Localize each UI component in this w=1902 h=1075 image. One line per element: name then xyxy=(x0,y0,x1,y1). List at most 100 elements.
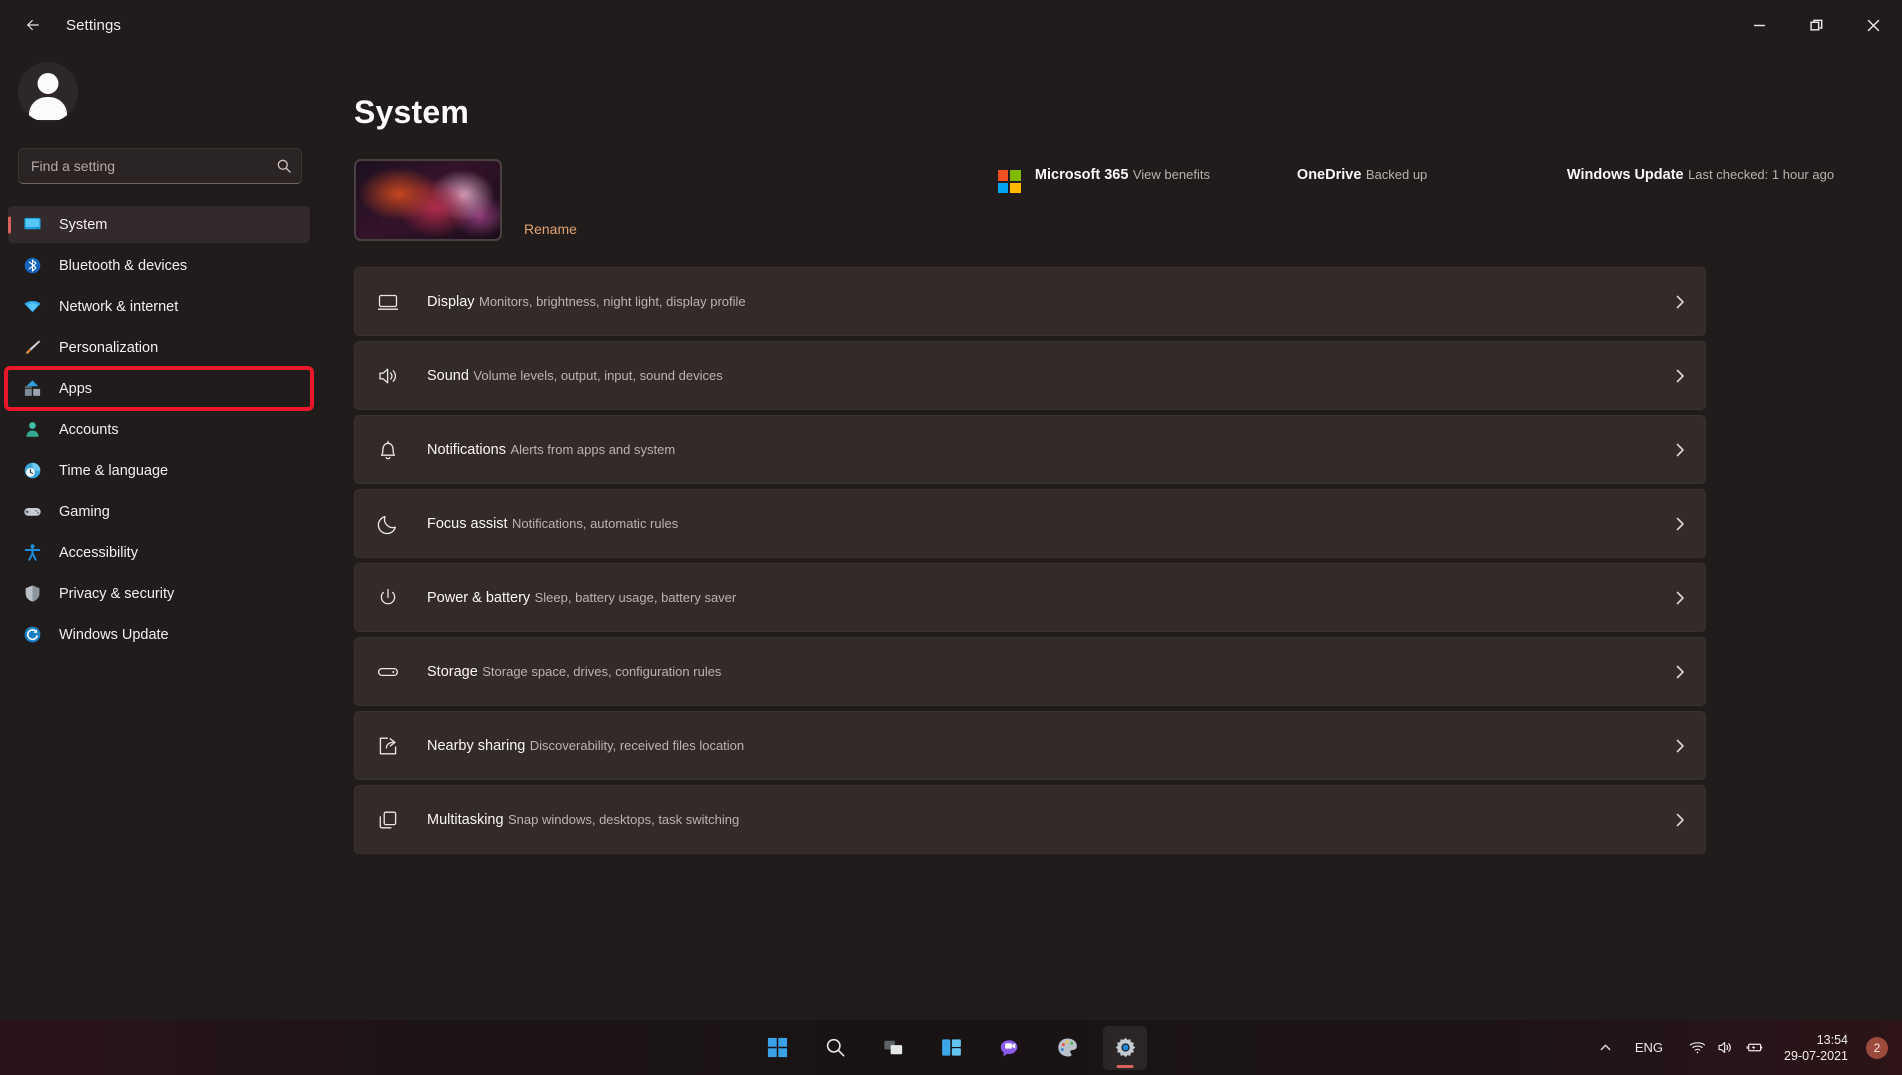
title-bar: Settings xyxy=(0,0,1902,50)
setting-card-power-battery[interactable]: Power & battery Sleep, battery usage, ba… xyxy=(354,563,1706,632)
status-cards: Microsoft 365 View benefits OneDrive Bac… xyxy=(997,165,1867,194)
avatar-body xyxy=(29,97,67,120)
sidebar-item-network-internet[interactable]: Network & internet xyxy=(8,288,310,325)
apps-icon xyxy=(22,379,42,399)
setting-card-subtitle: Snap windows, desktops, task switching xyxy=(508,812,739,827)
tray-quick-settings[interactable] xyxy=(1677,1028,1776,1068)
sidebar-item-personalization[interactable]: Personalization xyxy=(8,329,310,366)
setting-card-subtitle: Monitors, brightness, night light, displ… xyxy=(479,294,746,309)
sidebar-item-accessibility[interactable]: Accessibility xyxy=(8,534,310,571)
search-container xyxy=(18,148,302,184)
sidebar-item-windows-update[interactable]: Windows Update xyxy=(8,616,310,653)
status-card-onedrive[interactable]: OneDrive Backed up xyxy=(1297,165,1567,194)
bluetooth-icon xyxy=(22,256,42,276)
sidebar-item-privacy-security[interactable]: Privacy & security xyxy=(8,575,310,612)
close-icon xyxy=(1867,19,1880,32)
chevron-right-icon xyxy=(1672,590,1688,606)
device-thumbnail xyxy=(354,159,502,241)
sidebar-item-system[interactable]: System xyxy=(8,206,310,243)
sidebar-item-label: Accessibility xyxy=(59,545,138,561)
moon-icon xyxy=(375,511,401,537)
search-button[interactable] xyxy=(813,1026,857,1070)
setting-card-subtitle: Discoverability, received files location xyxy=(530,738,744,753)
avatar xyxy=(18,62,78,122)
widgets-button[interactable] xyxy=(929,1026,973,1070)
setting-card-display[interactable]: Display Monitors, brightness, night ligh… xyxy=(354,267,1706,336)
sidebar-item-label: Gaming xyxy=(59,504,110,520)
status-card-microsoft-365[interactable]: Microsoft 365 View benefits xyxy=(997,165,1297,194)
window-controls xyxy=(1731,0,1902,50)
person-icon xyxy=(22,420,42,440)
setting-card-notifications[interactable]: Notifications Alerts from apps and syste… xyxy=(354,415,1706,484)
taskbar-center xyxy=(755,1026,1147,1070)
minimize-button[interactable] xyxy=(1731,0,1788,50)
task-view-icon xyxy=(882,1036,905,1059)
task-view-button[interactable] xyxy=(871,1026,915,1070)
notification-badge[interactable]: 2 xyxy=(1866,1037,1888,1059)
tray-overflow-button[interactable] xyxy=(1591,1028,1621,1068)
drive-icon xyxy=(375,659,401,685)
back-button[interactable] xyxy=(12,6,54,44)
settings-button[interactable] xyxy=(1103,1026,1147,1070)
sidebar-item-label: Apps xyxy=(59,381,92,397)
sidebar-item-label: Network & internet xyxy=(59,299,178,315)
clock[interactable]: 13:54 29-07-2021 xyxy=(1776,1026,1860,1070)
clock-date: 29-07-2021 xyxy=(1784,1048,1848,1064)
setting-card-title: Multitasking xyxy=(427,812,504,828)
microsoft-logo-icon xyxy=(997,169,1022,194)
bell-icon xyxy=(375,437,401,463)
sidebar-item-label: System xyxy=(59,217,107,233)
setting-card-focus-assist[interactable]: Focus assist Notifications, automatic ru… xyxy=(354,489,1706,558)
sidebar-item-gaming[interactable]: Gaming xyxy=(8,493,310,530)
status-card-subtitle: Backed up xyxy=(1366,167,1427,182)
search-input[interactable] xyxy=(18,148,302,184)
setting-card-nearby-sharing[interactable]: Nearby sharing Discoverability, received… xyxy=(354,711,1706,780)
search-icon xyxy=(824,1036,847,1059)
update-refresh-icon xyxy=(22,625,42,645)
close-button[interactable] xyxy=(1845,0,1902,50)
chevron-up-icon xyxy=(1599,1041,1612,1054)
setting-card-storage[interactable]: Storage Storage space, drives, configura… xyxy=(354,637,1706,706)
sidebar-item-time-language[interactable]: Time & language xyxy=(8,452,310,489)
rename-link[interactable]: Rename xyxy=(524,221,577,237)
sidebar-nav: System Bluetooth & devices Network & int… xyxy=(0,206,320,653)
setting-card-sound[interactable]: Sound Volume levels, output, input, soun… xyxy=(354,341,1706,410)
sidebar-item-bluetooth-devices[interactable]: Bluetooth & devices xyxy=(8,247,310,284)
sidebar-item-accounts[interactable]: Accounts xyxy=(8,411,310,448)
clock-globe-icon xyxy=(22,461,42,481)
power-icon xyxy=(375,585,401,611)
status-card-title: Microsoft 365 xyxy=(1035,167,1128,183)
page-title: System xyxy=(334,50,1902,131)
setting-card-title: Power & battery xyxy=(427,590,530,606)
chevron-right-icon xyxy=(1672,516,1688,532)
sidebar-item-label: Bluetooth & devices xyxy=(59,258,187,274)
setting-card-multitasking[interactable]: Multitasking Snap windows, desktops, tas… xyxy=(354,785,1706,854)
setting-card-title: Sound xyxy=(427,368,469,384)
sidebar-item-label: Windows Update xyxy=(59,627,169,643)
status-card-subtitle: Last checked: 1 hour ago xyxy=(1688,167,1834,182)
chevron-right-icon xyxy=(1672,738,1688,754)
chevron-right-icon xyxy=(1672,294,1688,310)
user-profile[interactable] xyxy=(0,54,320,122)
sidebar-item-label: Privacy & security xyxy=(59,586,174,602)
paint-button[interactable] xyxy=(1045,1026,1089,1070)
gear-icon xyxy=(1114,1036,1137,1059)
maximize-button[interactable] xyxy=(1788,0,1845,50)
settings-list: Display Monitors, brightness, night ligh… xyxy=(334,267,1902,854)
chevron-right-icon xyxy=(1672,812,1688,828)
paintbrush-icon xyxy=(22,338,42,358)
restore-icon xyxy=(1810,19,1823,32)
setting-card-subtitle: Storage space, drives, configuration rul… xyxy=(482,664,721,679)
sidebar-item-label: Time & language xyxy=(59,463,168,479)
setting-card-subtitle: Sleep, battery usage, battery saver xyxy=(535,590,737,605)
share-icon xyxy=(375,733,401,759)
paint-palette-icon xyxy=(1056,1036,1079,1059)
language-indicator[interactable]: ENG xyxy=(1621,1028,1677,1068)
sidebar-item-apps[interactable]: Apps xyxy=(8,370,310,407)
sidebar: System Bluetooth & devices Network & int… xyxy=(0,50,320,1075)
taskbar: ENG xyxy=(0,1020,1902,1075)
monitor-icon xyxy=(22,215,42,235)
status-card-windows-update[interactable]: Windows Update Last checked: 1 hour ago xyxy=(1567,165,1867,194)
chat-button[interactable] xyxy=(987,1026,1031,1070)
start-button[interactable] xyxy=(755,1026,799,1070)
